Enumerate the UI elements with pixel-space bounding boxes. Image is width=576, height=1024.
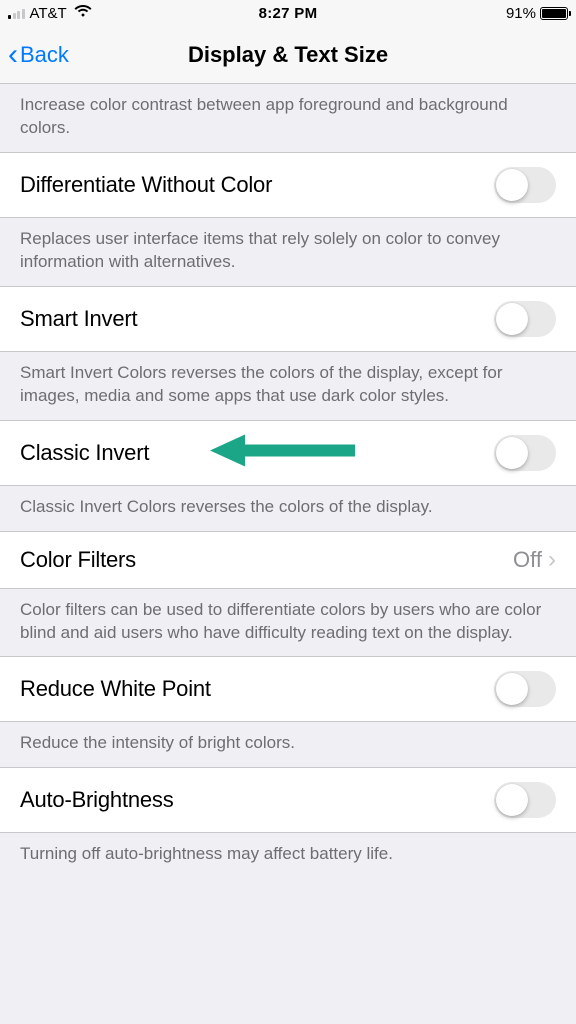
battery-percentage: 91% — [506, 5, 536, 22]
navigation-bar: ‹ Back Display & Text Size — [0, 26, 576, 84]
row-label: Auto-Brightness — [20, 787, 174, 813]
row-differentiate-without-color: Differentiate Without Color — [0, 152, 576, 218]
row-classic-invert: Classic Invert — [0, 420, 576, 486]
wifi-icon — [74, 4, 92, 22]
row-label: Classic Invert — [20, 440, 149, 466]
toggle-reduce-white-point[interactable] — [494, 671, 556, 707]
contrast-footer: Increase color contrast between app fore… — [0, 84, 576, 152]
settings-list[interactable]: Increase color contrast between app fore… — [0, 84, 576, 878]
toggle-differentiate-without-color[interactable] — [494, 167, 556, 203]
page-title: Display & Text Size — [188, 42, 388, 68]
back-button[interactable]: ‹ Back — [8, 40, 69, 70]
back-label: Back — [20, 42, 69, 68]
row-label: Reduce White Point — [20, 676, 211, 702]
toggle-smart-invert[interactable] — [494, 301, 556, 337]
status-time: 8:27 PM — [259, 5, 318, 22]
status-bar: AT&T 8:27 PM 91% — [0, 0, 576, 26]
cellular-signal-icon — [8, 7, 25, 19]
row-auto-brightness: Auto-Brightness — [0, 767, 576, 833]
row-smart-invert: Smart Invert — [0, 286, 576, 352]
chevron-right-icon: › — [548, 546, 556, 574]
row-label: Differentiate Without Color — [20, 172, 272, 198]
row-color-filters[interactable]: Color Filters Off › — [0, 531, 576, 589]
smart-invert-footer: Smart Invert Colors reverses the colors … — [0, 352, 576, 420]
battery-icon — [540, 7, 568, 20]
color-filters-footer: Color filters can be used to differentia… — [0, 589, 576, 657]
reduce-white-footer: Reduce the intensity of bright colors. — [0, 722, 576, 767]
differentiate-footer: Replaces user interface items that rely … — [0, 218, 576, 286]
chevron-left-icon: ‹ — [8, 40, 18, 70]
toggle-classic-invert[interactable] — [494, 435, 556, 471]
carrier-label: AT&T — [30, 5, 67, 22]
row-reduce-white-point: Reduce White Point — [0, 656, 576, 722]
annotation-arrow-icon — [210, 432, 355, 473]
row-label: Smart Invert — [20, 306, 137, 332]
toggle-auto-brightness[interactable] — [494, 782, 556, 818]
auto-brightness-footer: Turning off auto-brightness may affect b… — [0, 833, 576, 878]
classic-invert-footer: Classic Invert Colors reverses the color… — [0, 486, 576, 531]
row-value: Off — [513, 547, 542, 573]
row-label: Color Filters — [20, 547, 136, 573]
